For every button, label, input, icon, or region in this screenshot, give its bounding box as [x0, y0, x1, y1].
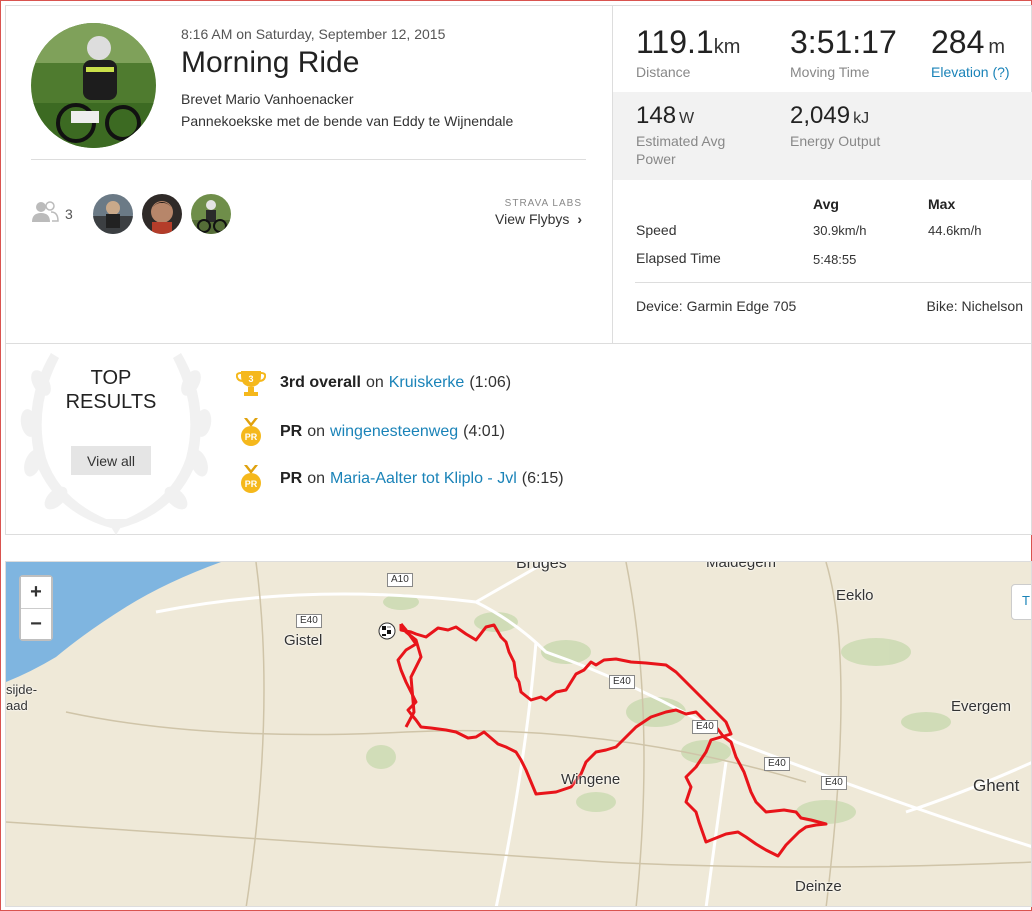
zoom-in-button[interactable]: + [21, 577, 51, 608]
table-header-avg: Avg [813, 196, 839, 212]
energy-value: 2,049 [790, 102, 851, 129]
medal-label: PR [245, 432, 258, 442]
athlete-avatar[interactable] [190, 194, 231, 234]
chevron-right-icon: › [577, 211, 582, 227]
segment-link[interactable]: Maria-Aalter tot Kliplo - Jvl [330, 470, 517, 488]
bike-info: Bike: Nichelson [926, 298, 1024, 314]
strava-labs-tag: STRAVA LABS [504, 198, 582, 209]
stat-moving-time: 3:51:17 Moving Time [790, 24, 897, 80]
route-map[interactable]: + − Bruges Maldegem Eeklo Gistel Evergem… [5, 561, 1032, 907]
map-canvas [6, 562, 1031, 906]
map-label-partial: sijde- [6, 682, 38, 697]
segment-link[interactable]: wingenesteenweg [330, 423, 458, 441]
view-flybys-label[interactable]: View Flybys [495, 211, 569, 227]
medal-label: PR [245, 479, 258, 489]
map-label-partial: aad [6, 698, 28, 713]
power-label: Power [636, 151, 676, 167]
map-label-ghent: Ghent [973, 776, 1020, 795]
result-time: (4:01) [463, 423, 505, 440]
stat-power: 148 W Estimated Avg Power [636, 102, 725, 168]
activity-card: 8:16 AM on Saturday, September 12, 2015 … [5, 5, 1032, 535]
map-label-maldegem: Maldegem [706, 561, 777, 571]
result-on: on [307, 470, 326, 487]
road-label-a10: A10 [387, 573, 413, 587]
moving-time-label: Moving Time [790, 64, 870, 80]
pr-medal-icon: PR [241, 465, 261, 493]
activity-title: Morning Ride [181, 46, 360, 79]
athlete-count[interactable]: 3 [65, 206, 73, 222]
zoom-out-button[interactable]: − [21, 608, 51, 639]
device-info: Device: Garmin Edge 705 [636, 298, 797, 314]
athlete-avatar[interactable] [92, 194, 133, 234]
power-label: Estimated Avg [636, 133, 726, 149]
activity-description-line: Pannekoekske met de bende van Eddy te Wi… [181, 113, 514, 129]
moving-time-value: 3:51:17 [790, 24, 897, 60]
map-type-toggle[interactable]: T [1011, 584, 1031, 620]
result-rank: 3rd overall [280, 374, 361, 391]
map-label-evergem: Evergem [951, 698, 1012, 715]
activity-timestamp: 8:16 AM on Saturday, September 12, 2015 [181, 26, 446, 42]
table-header-max: Max [928, 196, 956, 212]
distance-unit: km [713, 36, 741, 58]
stat-energy: 2,049 kJ Energy Output [790, 102, 880, 150]
group-athletes: 3 [31, 194, 240, 234]
power-value: 148 [636, 102, 677, 129]
medal-label: 3 [248, 374, 253, 384]
group-athletes-icon[interactable] [31, 200, 59, 229]
trophy-icon: 3 [236, 371, 266, 396]
athlete-avatar[interactable] [31, 23, 156, 148]
result-on: on [307, 423, 326, 440]
result-time: (1:06) [469, 374, 512, 391]
activity-header: 8:16 AM on Saturday, September 12, 2015 … [6, 6, 612, 343]
distance-label: Distance [636, 64, 691, 80]
stats-panel: 119.1km Distance 3:51:17 Moving Time 284… [612, 6, 1032, 343]
elevation-value: 284 [931, 24, 985, 60]
distance-value: 119.1 [636, 24, 714, 60]
road-label-e40: E40 [296, 614, 322, 628]
power-unit: W [679, 110, 695, 127]
view-all-button[interactable]: View all [71, 446, 151, 475]
road-label-e40: E40 [821, 776, 847, 790]
map-label-deinze: Deinze [795, 878, 842, 895]
result-item: 3 3rd overall on Kruiskerke (1:06) [236, 368, 511, 398]
energy-label: Energy Output [790, 133, 881, 149]
flybys-link[interactable]: STRAVA LABS View Flybys › [495, 198, 582, 227]
elevation-info-link[interactable]: Elevation (?) [931, 64, 1010, 80]
road-label-e40: E40 [692, 720, 718, 734]
elevation-unit: m [988, 36, 1006, 58]
speed-max: 44.6km/h [928, 223, 982, 238]
map-label-eeklo: Eeklo [836, 587, 874, 604]
result-time: (6:15) [521, 470, 564, 487]
map-label-bruges: Bruges [516, 561, 567, 572]
zoom-control: + − [19, 575, 53, 641]
elapsed-time-label: Elapsed Time [636, 250, 721, 266]
stat-elevation: 284 m Elevation (?) [931, 24, 1010, 80]
speed-label: Speed [636, 222, 677, 238]
result-rank: PR [280, 423, 303, 440]
pr-medal-icon: PR [241, 418, 261, 446]
result-item: PR PR on wingenesteenweg (4:01) [236, 417, 505, 447]
map-label-gistel: Gistel [284, 632, 323, 649]
divider [635, 282, 1032, 283]
stat-distance: 119.1km Distance [636, 24, 740, 80]
map-label-wingene: Wingene [561, 771, 621, 788]
finish-flag-icon [378, 622, 396, 640]
top-results-title: TOP RESULTS [65, 367, 157, 413]
road-label-e40: E40 [764, 757, 790, 771]
speed-avg: 30.9km/h [813, 223, 867, 238]
result-item: PR PR on Maria-Aalter tot Kliplo - Jvl (… [236, 464, 564, 494]
athlete-avatar[interactable] [141, 194, 182, 234]
segment-link[interactable]: Kruiskerke [389, 374, 465, 392]
activity-description-line: Brevet Mario Vanhoenacker [181, 91, 354, 107]
divider [31, 159, 586, 160]
elapsed-time-avg: 5:48:55 [813, 252, 857, 267]
road-label-e40: E40 [609, 675, 635, 689]
result-on: on [365, 374, 384, 391]
result-rank: PR [280, 470, 303, 487]
energy-unit: kJ [853, 110, 870, 127]
